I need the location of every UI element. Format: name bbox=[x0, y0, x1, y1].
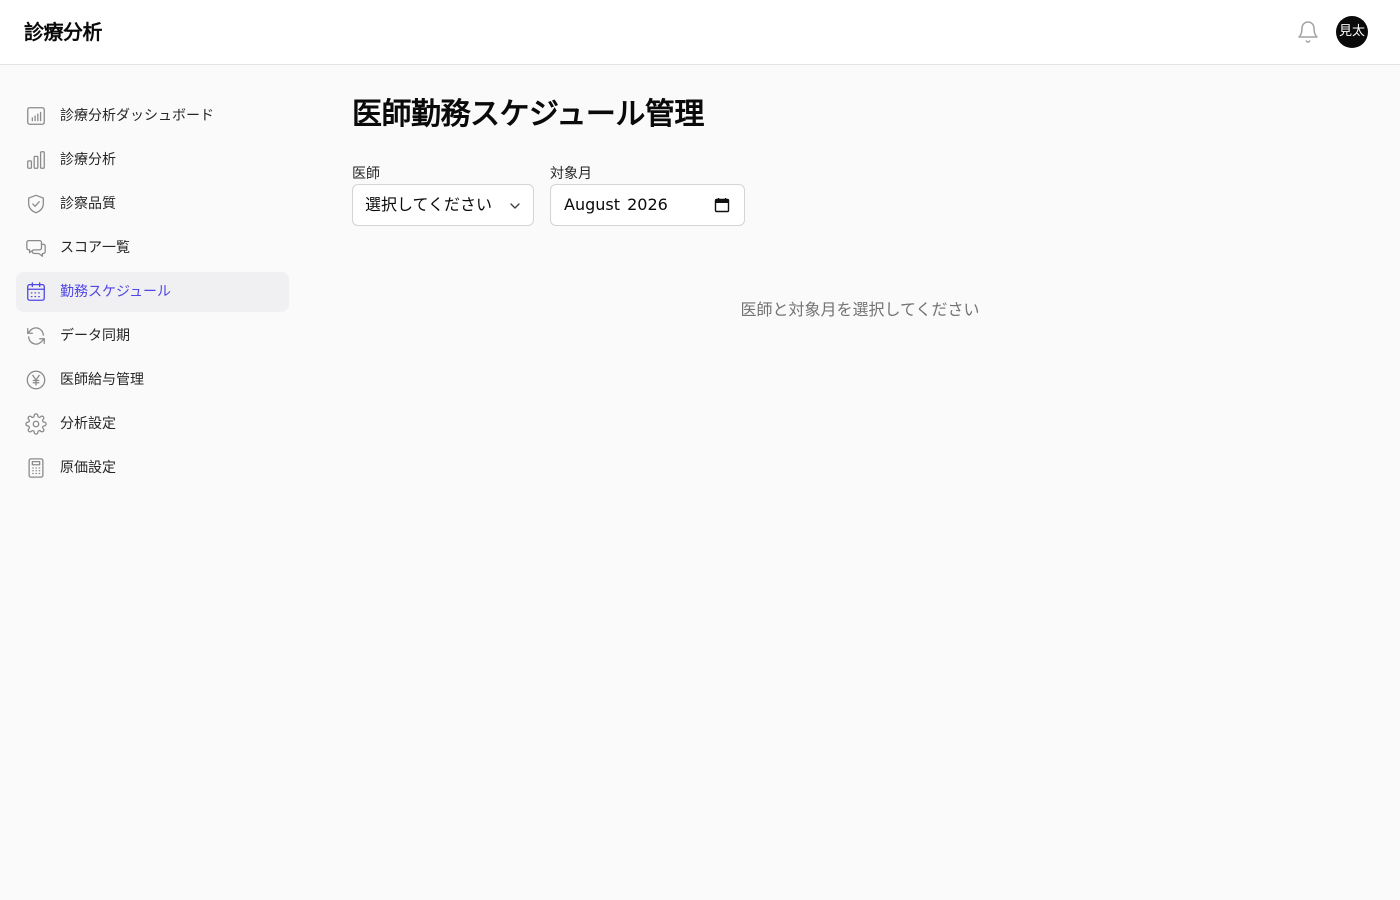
sidebar-item-analysis-settings[interactable]: 分析設定 bbox=[16, 404, 289, 444]
bar-chart-icon bbox=[27, 151, 45, 169]
sidebar-item-cost-settings[interactable]: 原価設定 bbox=[16, 448, 289, 488]
sidebar-item-label: スコア一覧 bbox=[60, 240, 130, 256]
yen-circle-icon bbox=[26, 370, 46, 390]
bar-chart-square-icon bbox=[27, 107, 45, 125]
sidebar: 診療分析ダッシュボード 診療分析 診察品質 スコア一覧 勤務スケジュール データ… bbox=[0, 65, 305, 900]
sidebar-item-label: 勤務スケジュール bbox=[60, 284, 172, 300]
sidebar-item-label: 医師給与管理 bbox=[60, 372, 144, 388]
page-title: 医師勤務スケジュール管理 bbox=[352, 97, 704, 132]
sidebar-item-dashboard[interactable]: 診療分析ダッシュボード bbox=[16, 96, 289, 136]
doctor-field-label: 医師 bbox=[352, 166, 380, 182]
doctor-select-value: 選択してください bbox=[365, 195, 493, 214]
calendar-picker-icon[interactable] bbox=[714, 197, 730, 213]
sidebar-item-schedule[interactable]: 勤務スケジュール bbox=[16, 272, 289, 312]
refresh-icon bbox=[27, 327, 45, 345]
top-header: 診療分析 見太 bbox=[0, 0, 1400, 65]
sidebar-item-label: 診療分析ダッシュボード bbox=[60, 108, 214, 124]
sidebar-item-label: 診療分析 bbox=[60, 152, 116, 168]
calendar-icon bbox=[27, 282, 45, 301]
sidebar-item-scores[interactable]: スコア一覧 bbox=[16, 228, 289, 268]
calculator-icon bbox=[28, 458, 44, 478]
chevron-down-icon bbox=[510, 203, 520, 209]
chat-bubbles-icon bbox=[26, 240, 46, 257]
user-avatar[interactable]: 見太 bbox=[1336, 16, 1368, 48]
sidebar-item-quality[interactable]: 診察品質 bbox=[16, 184, 289, 224]
sidebar-item-label: 分析設定 bbox=[60, 416, 116, 432]
empty-state-message: 医師と対象月を選択してください bbox=[740, 300, 980, 319]
sidebar-item-data-sync[interactable]: データ同期 bbox=[16, 316, 289, 356]
sidebar-item-label: データ同期 bbox=[60, 328, 130, 344]
sidebar-item-salary[interactable]: 医師給与管理 bbox=[16, 360, 289, 400]
bell-icon[interactable] bbox=[1296, 20, 1320, 44]
gear-icon bbox=[25, 413, 47, 435]
sidebar-item-label: 原価設定 bbox=[60, 460, 116, 476]
sidebar-item-label: 診察品質 bbox=[60, 196, 116, 212]
sidebar-item-analysis[interactable]: 診療分析 bbox=[16, 140, 289, 180]
month-input-value: August 2026 bbox=[564, 195, 668, 214]
doctor-select[interactable]: 選択してください bbox=[352, 184, 534, 226]
month-input[interactable]: August 2026 bbox=[550, 184, 745, 226]
month-field-label: 対象月 bbox=[550, 166, 592, 182]
app-title: 診療分析 bbox=[24, 20, 103, 44]
shield-check-icon bbox=[28, 194, 44, 214]
